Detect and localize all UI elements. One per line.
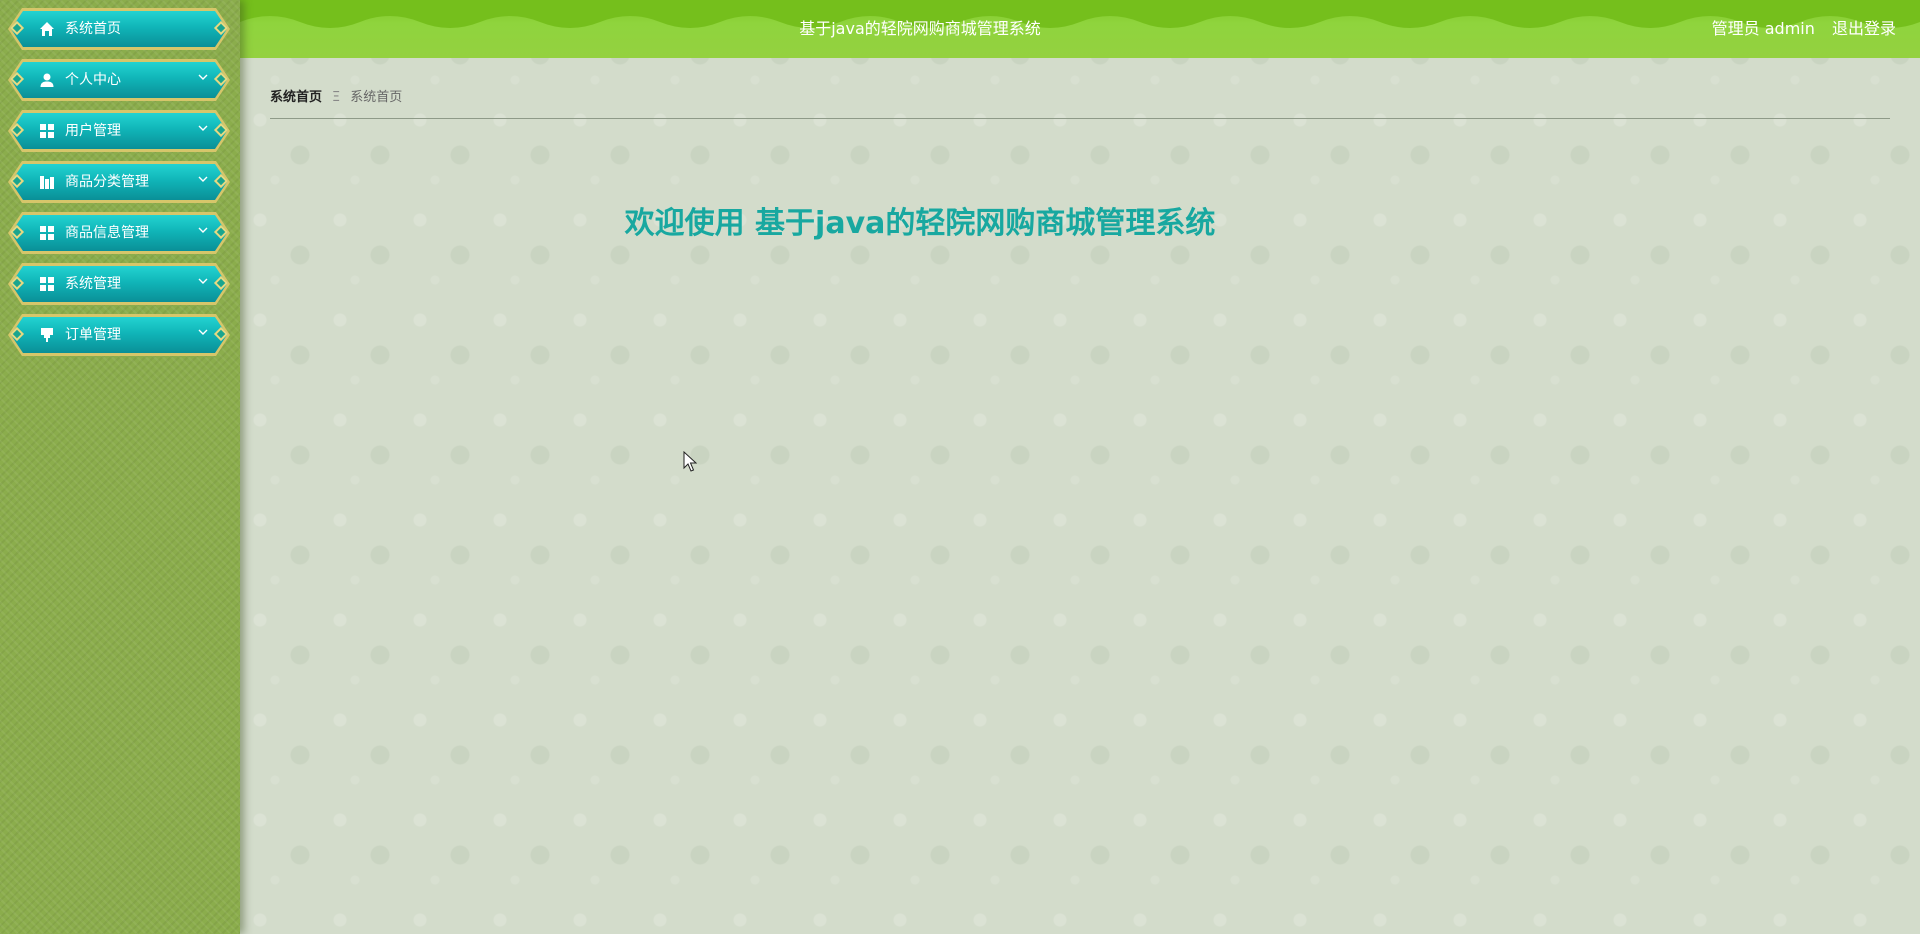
sidebar-item-order-management[interactable]: 订单管理 <box>8 314 230 356</box>
current-user: 管理员 admin <box>1711 19 1815 38</box>
category-icon <box>38 173 56 191</box>
sidebar-item-label: 用户管理 <box>65 123 121 139</box>
sidebar-item-label: 订单管理 <box>65 327 121 343</box>
sidebar-item-label: 商品分类管理 <box>65 174 149 190</box>
sidebar-item-label: 系统管理 <box>65 276 121 292</box>
grid-icon <box>38 122 56 140</box>
breadcrumb-current: 系统首页 <box>350 90 403 105</box>
chevron-down-icon <box>198 329 208 335</box>
sidebar-item-label: 系统首页 <box>65 21 121 37</box>
welcome-heading: 欢迎使用 基于java的轻院网购商城管理系统 <box>624 206 1216 241</box>
order-icon <box>38 326 56 344</box>
mouse-cursor-icon <box>683 451 697 472</box>
user-icon <box>38 71 56 89</box>
breadcrumb-home-link[interactable]: 系统首页 <box>270 90 322 105</box>
top-header: 基于java的轻院网购商城管理系统 管理员 admin 退出登录 <box>240 0 1920 58</box>
header-user-area: 管理员 admin 退出登录 <box>1712 0 1896 58</box>
chevron-down-icon <box>198 125 208 131</box>
chevron-down-icon <box>198 278 208 284</box>
sidebar-item-label: 个人中心 <box>65 72 121 88</box>
sidebar-menu: 系统首页 个人中心 用户管理 商品分类管理 商品信息管理 系统管理 订单管理 <box>0 0 240 356</box>
sidebar-item-home[interactable]: 系统首页 <box>8 8 230 50</box>
sidebar-item-system-management[interactable]: 系统管理 <box>8 263 230 305</box>
sidebar: 系统首页 个人中心 用户管理 商品分类管理 商品信息管理 系统管理 订单管理 <box>0 0 240 934</box>
grid-icon <box>38 275 56 293</box>
chevron-down-icon <box>198 74 208 80</box>
sidebar-item-user-management[interactable]: 用户管理 <box>8 110 230 152</box>
sidebar-item-personal-center[interactable]: 个人中心 <box>8 59 230 101</box>
chevron-down-icon <box>198 227 208 233</box>
breadcrumb: 系统首页 Ξ 系统首页 <box>270 86 402 105</box>
breadcrumb-divider <box>270 118 1890 119</box>
system-title: 基于java的轻院网购商城管理系统 <box>799 19 1041 38</box>
sidebar-item-product-management[interactable]: 商品信息管理 <box>8 212 230 254</box>
sidebar-item-label: 商品信息管理 <box>65 225 149 241</box>
logout-button[interactable]: 退出登录 <box>1832 19 1896 38</box>
chevron-down-icon <box>198 176 208 182</box>
grid-icon <box>38 224 56 242</box>
home-icon <box>38 20 56 38</box>
sidebar-item-category-management[interactable]: 商品分类管理 <box>8 161 230 203</box>
breadcrumb-separator: Ξ <box>332 90 341 105</box>
